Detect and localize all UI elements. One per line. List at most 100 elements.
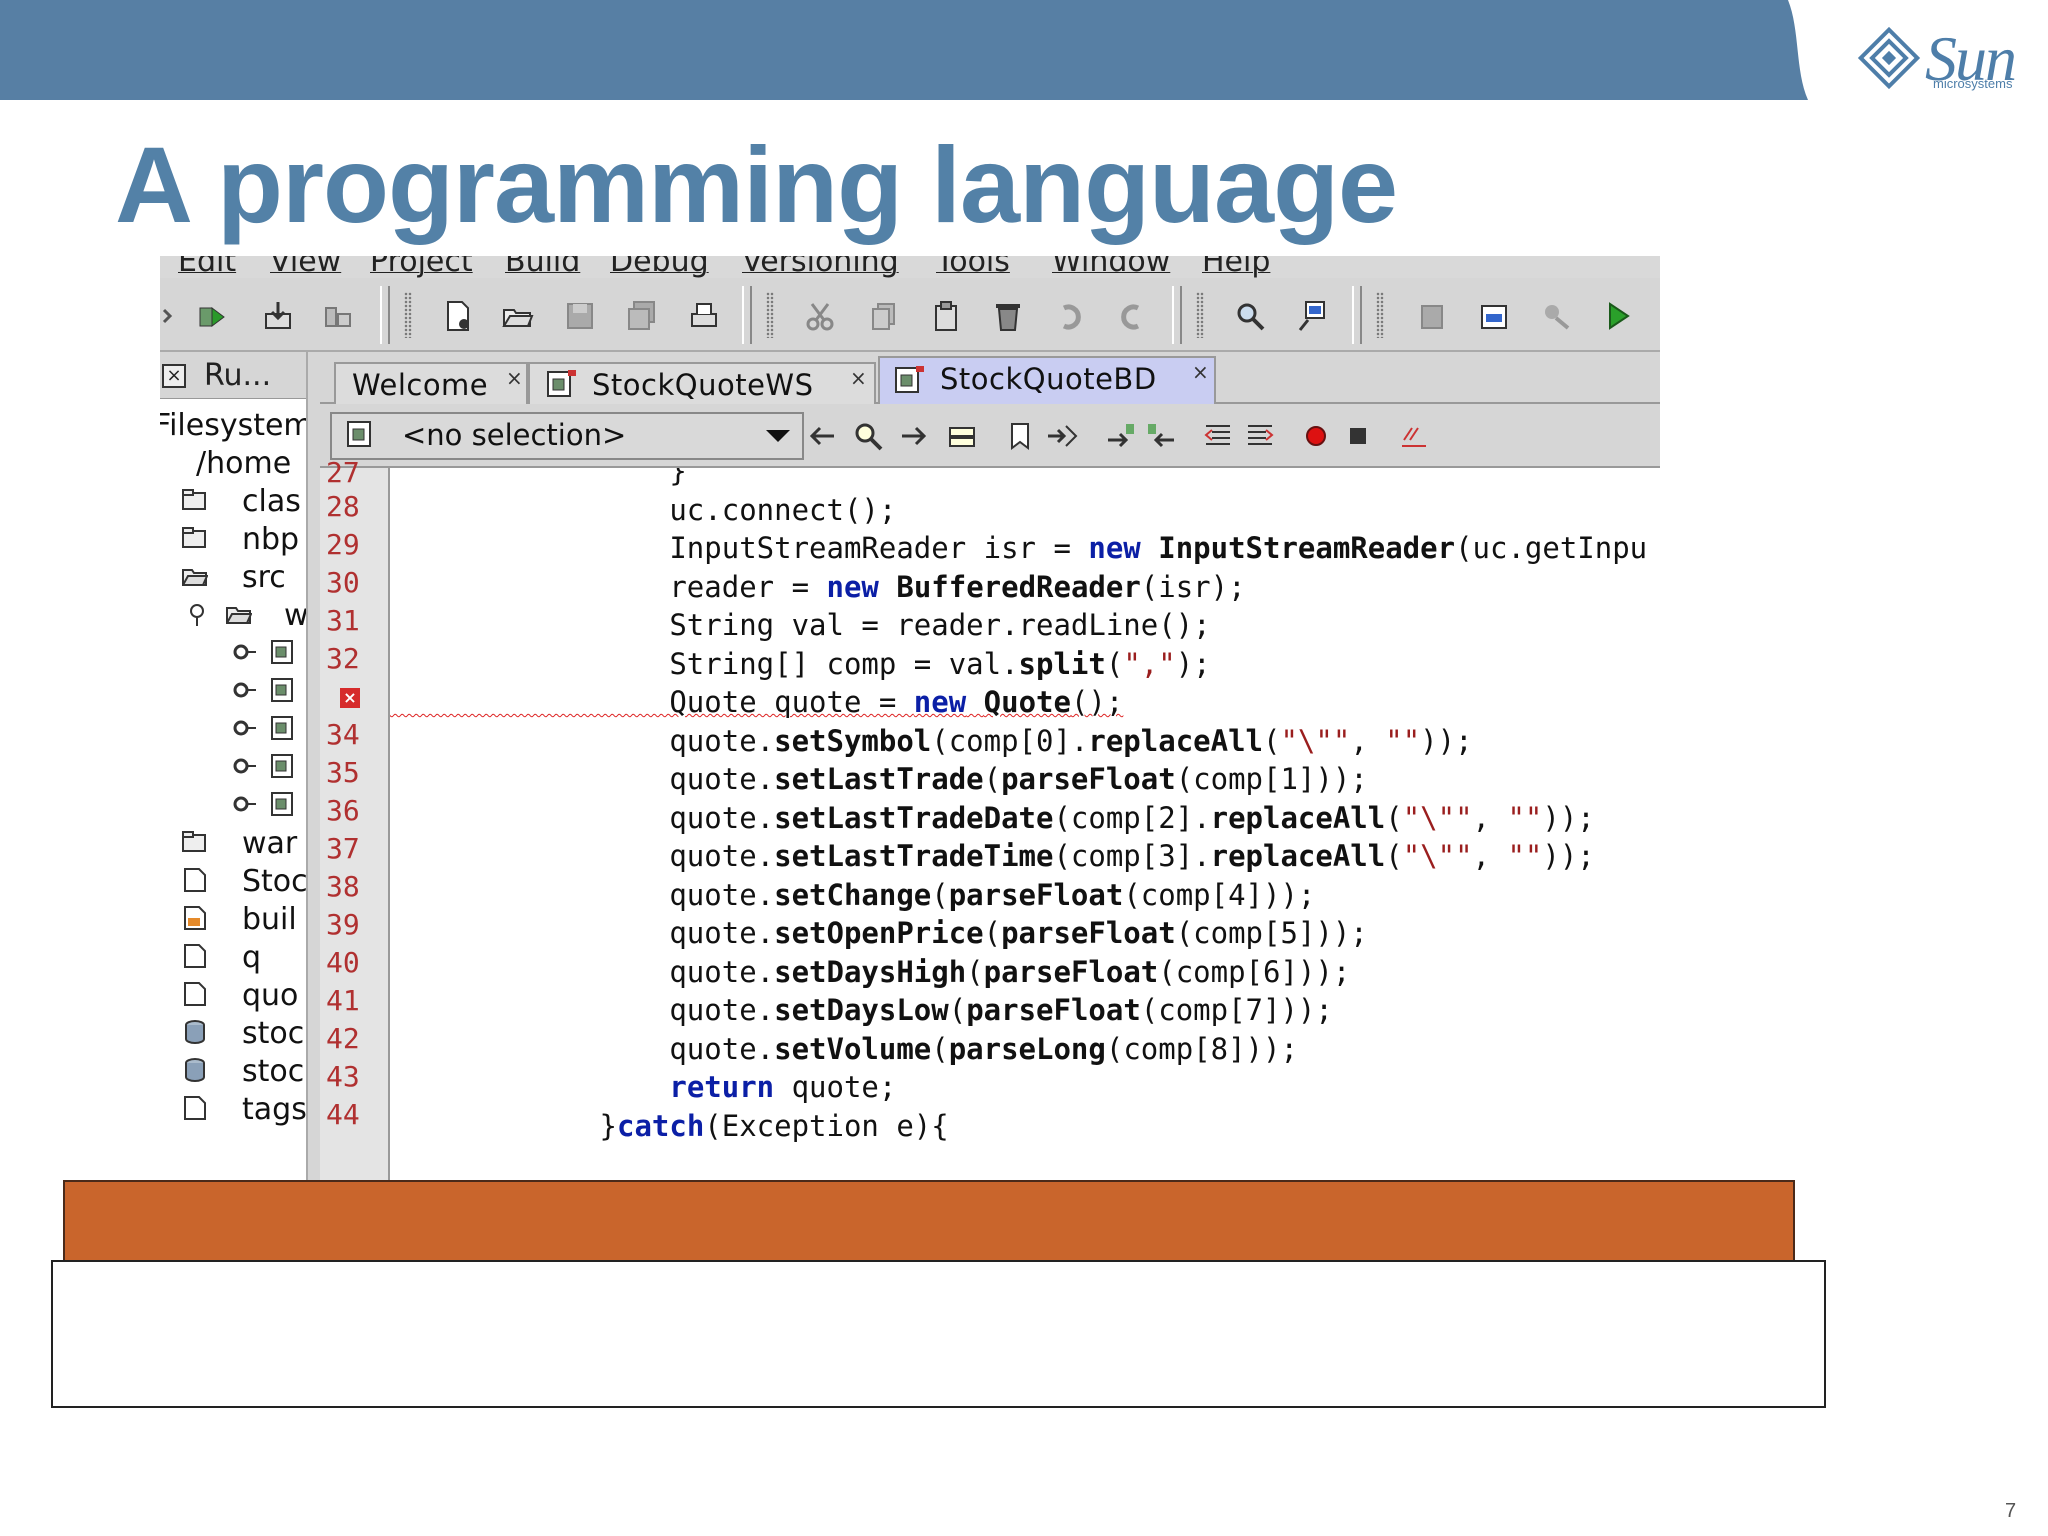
- explorer-tab[interactable]: × Ru...: [160, 352, 306, 399]
- tree-item[interactable]: quo: [160, 976, 306, 1014]
- tree-item[interactable]: tags: [160, 1090, 306, 1128]
- shift-left-icon[interactable]: [1104, 420, 1136, 452]
- code-line[interactable]: quote.setLastTradeTime(comp[3].replaceAl…: [390, 839, 1594, 877]
- deploy-icon[interactable]: [322, 300, 354, 332]
- tree-item[interactable]: q: [160, 938, 306, 976]
- code-line[interactable]: Quote quote = new Quote();: [390, 685, 1123, 723]
- toolbar-grip[interactable]: [1196, 292, 1204, 338]
- debug-step-icon[interactable]: [1540, 300, 1572, 332]
- expand-handle-icon[interactable]: [232, 792, 258, 816]
- build-icon[interactable]: [1478, 300, 1510, 332]
- close-icon[interactable]: ×: [506, 366, 523, 390]
- run-icon[interactable]: [1602, 300, 1634, 332]
- menu-tools[interactable]: Tools: [936, 256, 1010, 278]
- expand-handle-icon[interactable]: [232, 754, 258, 778]
- code-line[interactable]: quote.setVolume(parseLong(comp[8]));: [390, 1032, 1298, 1070]
- find-in-files-icon[interactable]: [1296, 300, 1328, 332]
- tab-stockquotews[interactable]: StockQuoteWS ×: [528, 362, 876, 404]
- close-icon[interactable]: ×: [162, 364, 186, 388]
- redo-icon[interactable]: [1116, 300, 1148, 332]
- save-icon[interactable]: [564, 300, 596, 332]
- record-macro-icon[interactable]: [1300, 420, 1332, 452]
- toggle-highlight-icon[interactable]: [946, 420, 978, 452]
- copy-icon[interactable]: [868, 300, 900, 332]
- code-line[interactable]: return quote;: [390, 1070, 896, 1108]
- menu-help[interactable]: Help: [1202, 256, 1270, 278]
- next-bookmark-icon[interactable]: [1046, 420, 1078, 452]
- stop-macro-icon[interactable]: [1342, 420, 1374, 452]
- compile-icon[interactable]: [1416, 300, 1448, 332]
- tree-item[interactable]: Stoc: [160, 862, 306, 900]
- comment-icon[interactable]: [1202, 420, 1234, 452]
- tree-item[interactable]: buil: [160, 900, 306, 938]
- tree-item[interactable]: nbp: [160, 520, 306, 558]
- code-line[interactable]: InputStreamReader isr = new InputStreamR…: [390, 531, 1647, 569]
- expand-handle-icon[interactable]: [232, 640, 258, 664]
- tree-item[interactable]: w: [160, 596, 306, 634]
- tree-item[interactable]: Filesystem: [160, 406, 306, 444]
- code-editor[interactable]: } uc.connect(); InputStreamReader isr = …: [390, 468, 1660, 1182]
- print-icon[interactable]: [688, 300, 720, 332]
- tree-item[interactable]: war: [160, 824, 306, 862]
- tree-item[interactable]: [160, 786, 306, 824]
- delete-icon[interactable]: [992, 300, 1024, 332]
- menu-versioning[interactable]: Versioning: [742, 256, 899, 278]
- find-icon[interactable]: [1234, 300, 1266, 332]
- line-number-gutter[interactable]: 27 28 29 30 31 32 × 34 35 36 37 38 39 40…: [320, 456, 390, 1182]
- menu-debug[interactable]: Debug: [610, 256, 709, 278]
- tree-item[interactable]: clas: [160, 482, 306, 520]
- step-arrow-icon[interactable]: [160, 300, 192, 332]
- code-line[interactable]: }: [390, 468, 686, 492]
- code-line[interactable]: quote.setLastTrade(parseFloat(comp[1]));: [390, 762, 1367, 800]
- tree-item[interactable]: [160, 748, 306, 786]
- paste-icon[interactable]: [930, 300, 962, 332]
- toggle-bookmark-icon[interactable]: [1004, 420, 1036, 452]
- tree-item[interactable]: /home: [160, 444, 306, 482]
- menu-view[interactable]: View: [270, 256, 341, 278]
- open-folder-icon[interactable]: [502, 300, 534, 332]
- validate-icon[interactable]: [1398, 420, 1430, 452]
- forward-navigation-icon[interactable]: [898, 420, 930, 452]
- menu-project[interactable]: Project: [370, 256, 473, 278]
- code-line[interactable]: quote.setDaysHigh(parseFloat(comp[6]));: [390, 955, 1350, 993]
- tree-item[interactable]: stoc: [160, 1014, 306, 1052]
- cut-icon[interactable]: [804, 300, 836, 332]
- tab-welcome[interactable]: Welcome ×: [334, 362, 528, 404]
- run-project-icon[interactable]: [196, 300, 228, 332]
- code-line[interactable]: quote.setChange(parseFloat(comp[4]));: [390, 878, 1315, 916]
- code-line[interactable]: String[] comp = val.split(",");: [390, 647, 1210, 685]
- close-icon[interactable]: ×: [1192, 360, 1209, 384]
- code-line[interactable]: quote.setOpenPrice(parseFloat(comp[5]));: [390, 916, 1367, 954]
- tree-item[interactable]: src: [160, 558, 306, 596]
- menu-build[interactable]: Build: [505, 256, 580, 278]
- error-marker-icon[interactable]: ×: [340, 688, 360, 708]
- navigation-dropdown[interactable]: <no selection>: [330, 412, 804, 460]
- back-navigation-icon[interactable]: [808, 420, 840, 452]
- expand-handle-icon[interactable]: [232, 716, 258, 740]
- tree-item[interactable]: [160, 672, 306, 710]
- import-icon[interactable]: [262, 300, 294, 332]
- new-file-icon[interactable]: [442, 300, 474, 332]
- save-all-icon[interactable]: [626, 300, 658, 332]
- undo-icon[interactable]: [1054, 300, 1086, 332]
- toolbar-grip[interactable]: [404, 292, 412, 338]
- tab-stockquotebd[interactable]: StockQuoteBD ×: [878, 356, 1216, 404]
- tree-item[interactable]: [160, 710, 306, 748]
- uncomment-icon[interactable]: [1244, 420, 1276, 452]
- find-selection-icon[interactable]: [852, 420, 884, 452]
- code-line[interactable]: quote.setLastTradeDate(comp[2].replaceAl…: [390, 801, 1594, 839]
- tree-item[interactable]: [160, 634, 306, 672]
- expand-handle-icon[interactable]: [184, 602, 210, 626]
- toolbar-grip[interactable]: [766, 292, 774, 338]
- shift-right-icon[interactable]: [1146, 420, 1178, 452]
- code-line[interactable]: quote.setSymbol(comp[0].replaceAll("\"",…: [390, 724, 1472, 762]
- code-line[interactable]: String val = reader.readLine();: [390, 608, 1210, 646]
- code-line[interactable]: reader = new BufferedReader(isr);: [390, 570, 1245, 608]
- chevron-down-icon[interactable]: [766, 430, 790, 442]
- expand-handle-icon[interactable]: [232, 678, 258, 702]
- code-line[interactable]: uc.connect();: [390, 493, 896, 531]
- toolbar-grip[interactable]: [1376, 292, 1384, 338]
- menu-edit[interactable]: Edit: [178, 256, 236, 278]
- menu-window[interactable]: Window: [1052, 256, 1170, 278]
- code-line[interactable]: }catch(Exception e){: [390, 1109, 949, 1147]
